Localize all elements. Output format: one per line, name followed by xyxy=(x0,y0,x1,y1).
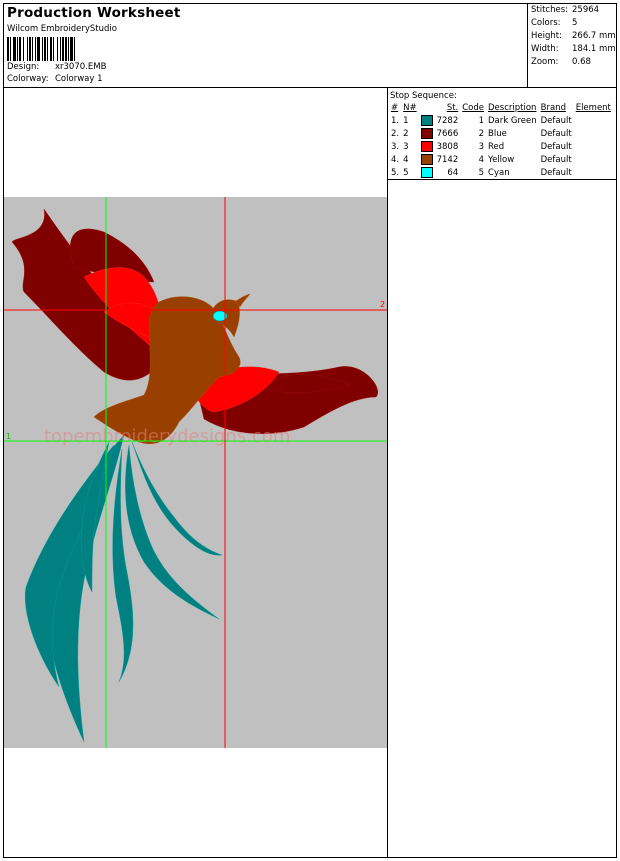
stat-label: Zoom: xyxy=(531,57,559,67)
swatch xyxy=(419,153,435,166)
guide-label-red: 2 xyxy=(380,300,385,309)
stop-sequence-title: Stop Sequence: xyxy=(390,91,457,101)
col-description: Description xyxy=(488,103,537,113)
stat-value: 5 xyxy=(572,18,578,28)
col-element: Element xyxy=(575,103,611,113)
element-cell xyxy=(574,127,613,140)
swatch xyxy=(419,140,435,153)
col-color xyxy=(419,102,435,114)
element-cell xyxy=(574,153,613,166)
brand-cell: Default xyxy=(540,141,572,152)
num-cell: 5. xyxy=(391,167,400,178)
table-header-row: # N# St. Code Description Brand Element xyxy=(389,102,613,114)
code-cell: 5 xyxy=(478,167,485,178)
design-filename-row: Design: xr3070.EMB xyxy=(7,62,106,72)
needle-cell: 3 xyxy=(403,141,409,152)
brand-cell: Default xyxy=(540,115,572,126)
color-swatch xyxy=(420,128,433,139)
stat-label: Width: xyxy=(531,44,559,54)
col-brand: Brand xyxy=(540,103,566,113)
stat-value: 184.1 mm xyxy=(572,44,616,54)
brand-cell: Default xyxy=(540,128,572,139)
production-worksheet: Production Worksheet Wilcom EmbroiderySt… xyxy=(3,3,617,858)
swatch xyxy=(419,127,435,140)
stop-sequence-panel: Stop Sequence: # N# St. Code Description… xyxy=(388,88,617,180)
description-cell: Blue xyxy=(488,128,507,139)
stat-colors: Colors: 5 xyxy=(531,18,577,28)
design-stats: Stitches: 25964 Colors: 5 Height: 266.7 mm … xyxy=(528,4,617,88)
description-cell: Yellow xyxy=(488,154,515,165)
worksheet-header: Production Worksheet Wilcom EmbroiderySt… xyxy=(4,4,528,88)
table-row: 5. 5 64 5 Cyan Default xyxy=(389,166,613,179)
stat-label: Stitches: xyxy=(531,5,569,15)
code-cell: 3 xyxy=(478,141,485,152)
num-cell: 4. xyxy=(391,154,400,165)
swatch xyxy=(419,114,435,127)
color-swatch xyxy=(420,115,433,126)
code-cell: 1 xyxy=(478,115,485,126)
design-filename: xr3070.EMB xyxy=(55,62,107,72)
table-row: 4. 4 7142 4 Yellow Default xyxy=(389,153,613,166)
stop-sequence-table: # N# St. Code Description Brand Element … xyxy=(389,102,613,179)
element-cell xyxy=(574,140,613,153)
guide-label-green: 1 xyxy=(6,432,11,441)
num-cell: 2. xyxy=(391,128,400,139)
col-num: # xyxy=(391,103,399,113)
stitch-count-cell: 64 xyxy=(447,167,459,178)
needle-cell: 5 xyxy=(403,167,409,178)
num-cell: 1. xyxy=(391,115,400,126)
swatch xyxy=(419,166,435,179)
col-stitches: St. xyxy=(446,103,459,113)
colorway-row: Colorway: Colorway 1 xyxy=(7,74,103,84)
code-cell: 4 xyxy=(478,154,485,165)
table-row: 1. 1 7282 1 Dark Green Default xyxy=(389,114,613,127)
element-cell xyxy=(574,166,613,179)
element-cell xyxy=(574,114,613,127)
stitch-count-cell: 7282 xyxy=(436,115,459,126)
table-row: 2. 2 7666 2 Blue Default xyxy=(389,127,613,140)
color-swatch xyxy=(420,167,433,178)
description-cell: Cyan xyxy=(488,167,510,178)
col-code: Code xyxy=(462,103,485,113)
stitch-count-cell: 3808 xyxy=(436,141,459,152)
stat-value: 266.7 mm xyxy=(572,31,616,41)
description-cell: Red xyxy=(488,141,505,152)
color-swatch xyxy=(420,154,433,165)
description-cell: Dark Green xyxy=(488,115,537,126)
needle-cell: 4 xyxy=(403,154,409,165)
page-title: Production Worksheet xyxy=(7,5,181,21)
brand-cell: Default xyxy=(540,154,572,165)
embroidery-design-preview: topembroiderydesigns.com 1 2 xyxy=(4,197,387,748)
color-swatch xyxy=(420,141,433,152)
brand-cell: Default xyxy=(540,167,572,178)
needle-cell: 2 xyxy=(403,128,409,139)
design-label: Design: xyxy=(7,62,40,72)
stat-stitches: Stitches: 25964 xyxy=(531,5,599,15)
software-name: Wilcom EmbroideryStudio xyxy=(7,24,117,34)
tail-feathers xyxy=(25,434,223,743)
watermark: topembroiderydesigns.com xyxy=(44,426,290,447)
col-needle: N# xyxy=(403,103,417,113)
stat-height: Height: 266.7 mm xyxy=(531,31,616,41)
stat-value: 0.68 xyxy=(572,57,591,67)
colorway-label: Colorway: xyxy=(7,74,49,84)
stat-width: Width: 184.1 mm xyxy=(531,44,616,54)
colorway-value: Colorway 1 xyxy=(55,74,103,84)
stitch-count-cell: 7142 xyxy=(436,154,459,165)
num-cell: 3. xyxy=(391,141,400,152)
code-cell: 2 xyxy=(478,128,485,139)
stat-label: Colors: xyxy=(531,18,561,28)
design-canvas: topembroiderydesigns.com 1 2 xyxy=(4,197,387,748)
needle-cell: 1 xyxy=(403,115,409,126)
stat-label: Height: xyxy=(531,31,562,41)
stitch-count-cell: 7666 xyxy=(436,128,459,139)
barcode xyxy=(7,37,75,61)
table-row: 3. 3 3808 3 Red Default xyxy=(389,140,613,153)
stat-zoom: Zoom: 0.68 xyxy=(531,57,591,67)
stat-value: 25964 xyxy=(572,5,600,15)
